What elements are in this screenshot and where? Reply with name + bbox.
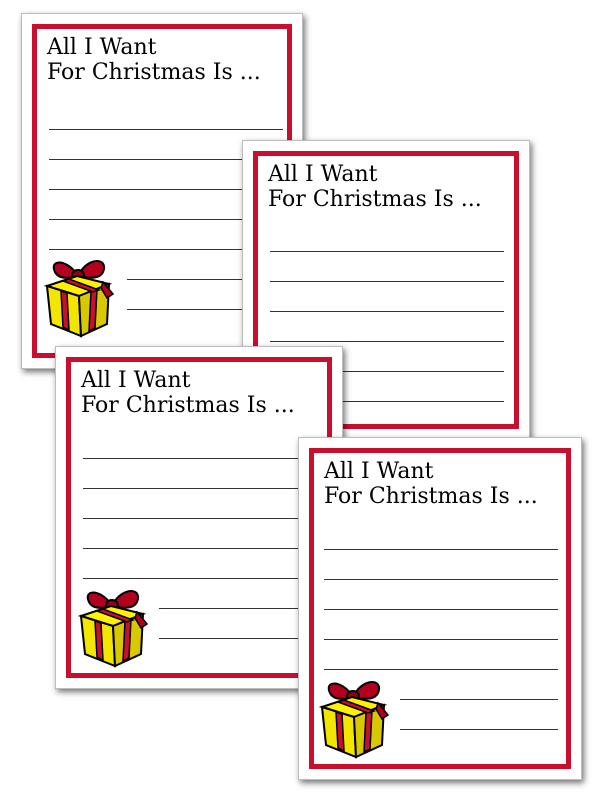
gift-icon [321,681,389,758]
title-line-2: For Christmas Is ... [268,187,482,212]
writing-line [83,548,327,549]
card-frame: All I Want For Christmas Is ... [309,448,571,769]
wish-list-card-4: All I Want For Christmas Is ... [298,437,582,780]
writing-line [270,341,504,342]
writing-line [83,518,327,519]
writing-line [324,549,558,550]
card-title: All I Want For Christmas Is ... [81,368,295,418]
writing-line [83,578,327,579]
card-title: All I Want For Christmas Is ... [47,35,261,85]
gift-icon [80,590,148,667]
writing-line [400,699,558,700]
title-line-2: For Christmas Is ... [324,484,538,509]
writing-line [270,251,504,252]
title-line-2: For Christmas Is ... [81,393,295,418]
title-line-1: All I Want [324,459,434,484]
writing-line [270,281,504,282]
writing-line [83,458,327,459]
title-line-2: For Christmas Is ... [47,60,261,85]
card-title: All I Want For Christmas Is ... [268,162,482,212]
writing-line [83,488,327,489]
writing-line [324,669,558,670]
writing-line [324,609,558,610]
writing-line [270,311,504,312]
title-line-1: All I Want [81,368,191,393]
card-title: All I Want For Christmas Is ... [324,459,538,509]
writing-line [324,579,558,580]
title-line-1: All I Want [268,162,378,187]
writing-line [324,639,558,640]
title-line-1: All I Want [47,35,157,60]
gift-icon [46,260,114,337]
card-frame: All I Want For Christmas Is ... [66,357,332,678]
writing-line [49,129,283,130]
writing-line [400,729,558,730]
